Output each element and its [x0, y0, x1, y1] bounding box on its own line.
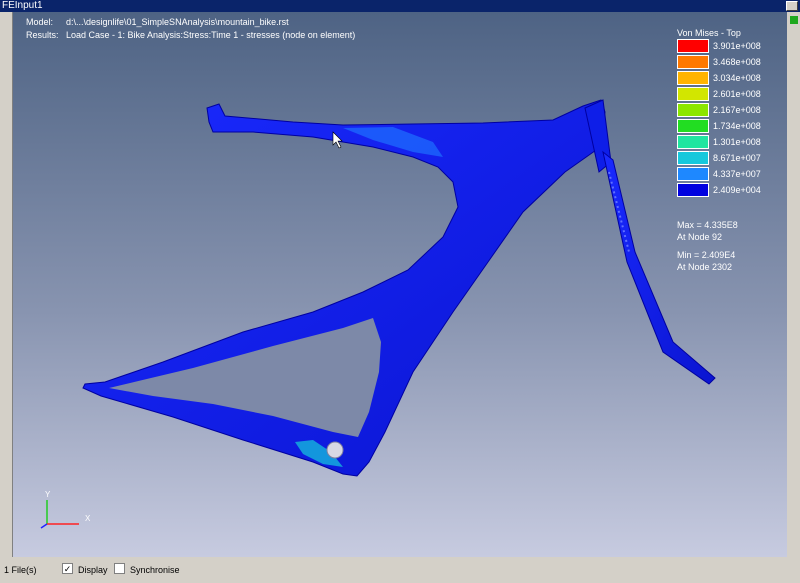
axis-x-label: X: [85, 514, 91, 523]
legend-swatch: [677, 183, 709, 197]
legend-swatch: [677, 135, 709, 149]
axis-y-label: Y: [45, 490, 51, 499]
legend-max: Max = 4.335E8: [677, 220, 738, 230]
file-count: 1 File(s): [4, 565, 37, 575]
legend-swatch: [677, 39, 709, 53]
synchronise-label: Synchronise: [130, 565, 180, 575]
legend-value: 3.901e+008: [713, 41, 761, 51]
legend-min-node: At Node 2302: [677, 262, 733, 272]
status-light-icon: [790, 16, 798, 24]
dropout-hole: [326, 441, 344, 459]
axis-triad: Y X: [39, 490, 91, 530]
legend-value: 1.301e+008: [713, 137, 761, 147]
side-strip: [786, 12, 800, 557]
legend-swatch: [677, 55, 709, 69]
legend-value: 3.034e+008: [713, 73, 761, 83]
model-viewport[interactable]: Model: d:\...\designlife\01_SimpleSNAnaly…: [12, 12, 787, 557]
legend-swatch: [677, 87, 709, 101]
legend-swatch: [677, 103, 709, 117]
legend-min: Min = 2.409E4: [677, 250, 736, 260]
legend-swatch: [677, 71, 709, 85]
legend-value: 4.337e+007: [713, 169, 761, 179]
legend-value: 2.409e+004: [713, 185, 761, 195]
legend-max-node: At Node 92: [677, 232, 723, 242]
status-bar: 1 File(s) ✓ Display Synchronise: [0, 557, 800, 583]
window-title: FEInput1: [2, 0, 43, 11]
display-label: Display: [78, 565, 108, 575]
legend-value: 2.167e+008: [713, 105, 761, 115]
legend-swatch: [677, 151, 709, 165]
legend-value: 1.734e+008: [713, 121, 761, 131]
bike-frame-mesh: [82, 99, 716, 477]
legend-value: 8.671e+007: [713, 153, 761, 163]
legend-swatch: [677, 119, 709, 133]
display-checkbox[interactable]: ✓: [62, 563, 73, 574]
title-bar: FEInput1: [0, 0, 800, 12]
legend-swatch: [677, 167, 709, 181]
legend-value: 3.468e+008: [713, 57, 761, 67]
legend-title: Von Mises - Top: [677, 28, 741, 38]
legend-value: 2.601e+008: [713, 89, 761, 99]
synchronise-checkbox[interactable]: [114, 563, 125, 574]
window-button[interactable]: [786, 1, 798, 11]
